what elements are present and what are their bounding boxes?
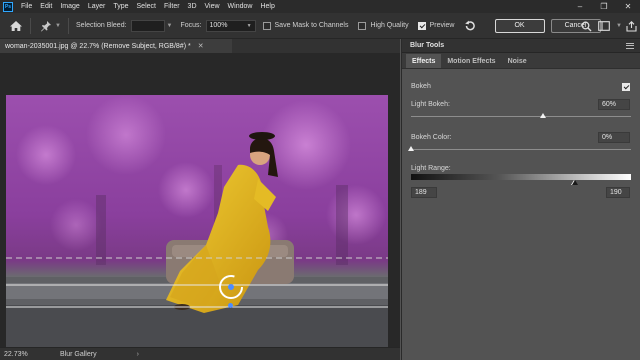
workspace-icons: ▼ (577, 13, 640, 39)
document-tab[interactable]: woman-2035001.jpg @ 22.7% (Remove Subjec… (0, 39, 232, 53)
menu-3d[interactable]: 3D (184, 3, 201, 10)
pin-tool-icon[interactable] (40, 20, 52, 32)
divider (67, 17, 69, 34)
bokeh-color-value[interactable]: 0% (598, 132, 630, 143)
menu-image[interactable]: Image (56, 3, 83, 10)
home-icon[interactable] (9, 19, 23, 33)
menu-window[interactable]: Window (224, 3, 257, 10)
blur-pin-icon[interactable] (216, 272, 246, 302)
menu-edit[interactable]: Edit (36, 3, 56, 10)
light-bokeh-slider-thumb[interactable] (540, 113, 546, 118)
panel-tabs: Effects Motion Effects Noise (402, 53, 640, 69)
status-text: Blur Gallery (60, 350, 97, 358)
focus-value: 100% (209, 22, 228, 29)
search-icon[interactable] (577, 17, 595, 35)
focus-label: Focus: (180, 22, 202, 29)
reset-icon[interactable] (463, 19, 477, 33)
bokeh-label: Bokeh (411, 83, 431, 90)
canvas-area[interactable] (0, 53, 400, 360)
divider (30, 17, 31, 34)
blur-guides (6, 257, 388, 308)
document-title: woman-2035001.jpg @ 22.7% (Remove Subjec… (5, 42, 191, 50)
close-tab-icon[interactable]: ✕ (198, 42, 204, 50)
menu-type[interactable]: Type (109, 3, 132, 10)
menu-help[interactable]: Help (256, 3, 278, 10)
bokeh-checkbox[interactable] (622, 83, 630, 91)
ok-button[interactable]: OK (494, 18, 545, 33)
menu-bar: Ps File Edit Image Layer Type Select Fil… (0, 0, 640, 13)
blur-tools-panel: Blur Tools Effects Motion Effects Noise … (401, 39, 640, 360)
save-mask-checkbox[interactable] (262, 21, 271, 30)
tab-effects[interactable]: Effects (406, 54, 442, 68)
bokeh-color-slider-thumb[interactable] (408, 146, 414, 151)
light-bokeh-value[interactable]: 60% (598, 99, 630, 110)
share-icon[interactable] (622, 17, 640, 35)
menu-select[interactable]: Select (133, 3, 160, 10)
status-bar: 22.73% Blur Gallery › (0, 347, 400, 360)
preview-option[interactable]: Preview (417, 21, 455, 30)
restore-icon[interactable]: ❐ (592, 0, 616, 13)
light-bokeh-slider[interactable] (411, 116, 631, 117)
high-quality-checkbox[interactable] (358, 21, 367, 30)
zoom-level[interactable]: 22.73% (4, 351, 44, 358)
chevron-down-icon: ▼ (246, 22, 252, 29)
photo-canvas[interactable] (6, 95, 388, 360)
panel-header: Blur Tools (402, 39, 640, 53)
menu-filter[interactable]: Filter (160, 3, 184, 10)
workspace-layout-icon[interactable] (595, 17, 613, 35)
document-tab-bar: woman-2035001.jpg @ 22.7% (Remove Subjec… (0, 39, 400, 53)
tab-motion-effects[interactable]: Motion Effects (441, 54, 501, 68)
light-range-gradient[interactable] (411, 174, 631, 180)
high-quality-option[interactable]: High Quality (358, 21, 409, 30)
bokeh-color-slider[interactable] (411, 149, 631, 150)
light-bokeh-label: Light Bokeh: (411, 101, 450, 108)
minimize-icon[interactable]: – (568, 0, 592, 13)
tab-noise[interactable]: Noise (502, 54, 533, 68)
chevron-down-icon[interactable]: ▼ (55, 23, 61, 29)
close-icon[interactable]: ✕ (616, 0, 640, 13)
high-quality-label: High Quality (370, 22, 409, 29)
menu-file[interactable]: File (17, 3, 36, 10)
effects-body: Bokeh Light Bokeh: 60% Bokeh Color: 0% L… (402, 69, 640, 198)
menu-layer[interactable]: Layer (84, 3, 110, 10)
photoshop-logo: Ps (3, 1, 13, 12)
preview-label: Preview (429, 22, 455, 29)
window-controls: – ❐ ✕ (568, 0, 640, 13)
selection-bleed-input[interactable] (130, 19, 165, 32)
selection-bleed-label: Selection Bleed: (75, 22, 127, 29)
preview-checkbox[interactable] (417, 21, 426, 30)
blur-handle-icon[interactable] (228, 303, 233, 308)
light-range-low-value[interactable]: 189 (411, 187, 437, 198)
light-range-high-value[interactable]: 190 (606, 187, 630, 198)
save-mask-option[interactable]: Save Mask to Channels (262, 21, 349, 30)
menu-view[interactable]: View (201, 3, 224, 10)
options-bar: ▼ Selection Bleed: ▼ Focus: 100% ▼ Save … (0, 13, 640, 39)
panel-menu-icon[interactable] (626, 42, 634, 49)
bokeh-color-label: Bokeh Color: (411, 134, 452, 141)
chevron-right-icon[interactable]: › (137, 351, 139, 358)
panel-title: Blur Tools (410, 42, 445, 49)
light-range-label: Light Range: (411, 165, 451, 172)
chevron-down-icon[interactable]: ▼ (167, 23, 173, 29)
focus-dropdown[interactable]: 100% ▼ (205, 19, 256, 32)
light-range-high-thumb[interactable] (571, 180, 578, 185)
save-mask-label: Save Mask to Channels (274, 22, 349, 29)
